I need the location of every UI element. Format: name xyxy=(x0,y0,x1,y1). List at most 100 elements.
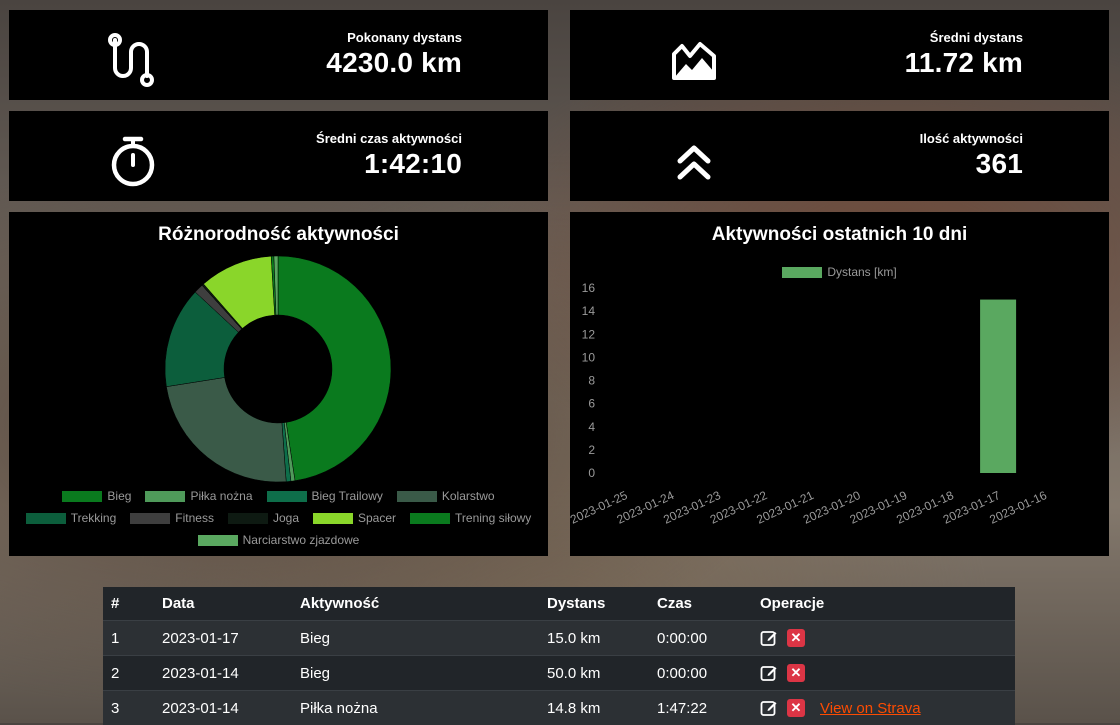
table-row: 2 2023-01-14 Bieg 50.0 km 0:00:00 ✕ xyxy=(103,656,1015,691)
y-tick-label: 8 xyxy=(588,374,595,388)
column-header-distance: Dystans xyxy=(539,587,649,621)
cell-operations: ✕ xyxy=(752,621,1015,656)
column-header-date: Data xyxy=(154,587,292,621)
legend-item[interactable]: Spacer xyxy=(313,511,396,525)
legend-label: Spacer xyxy=(358,511,396,525)
chart-title: Różnorodność aktywności xyxy=(9,224,548,246)
view-on-strava-link[interactable]: View on Strava xyxy=(820,700,921,717)
stat-value: 1:42:10 xyxy=(316,148,462,180)
stat-card-avg-distance: Średni dystans 11.72 km xyxy=(570,10,1109,100)
cell-activity: Piłka nożna xyxy=(292,691,539,725)
stat-card-total-distance: Pokonany dystans 4230.0 km xyxy=(9,10,548,100)
delete-icon[interactable]: ✕ xyxy=(787,699,805,717)
bar-chart: 02468101214162023-01-252023-01-242023-01… xyxy=(570,212,1109,556)
stat-label: Pokonany dystans xyxy=(326,30,462,45)
cell-date: 2023-01-14 xyxy=(154,656,292,691)
stat-value: 11.72 km xyxy=(905,47,1023,79)
cell-time: 1:47:22 xyxy=(649,691,752,725)
column-header-activity: Aktywność xyxy=(292,587,539,621)
stat-card-activity-count: Ilość aktywności 361 xyxy=(570,111,1109,201)
edit-icon[interactable] xyxy=(760,699,778,717)
legend-label: Piłka nożna xyxy=(190,489,252,503)
legend-swatch xyxy=(130,513,170,524)
bar-2023-01-17[interactable] xyxy=(980,300,1016,473)
stopwatch-icon xyxy=(101,129,165,193)
y-tick-label: 4 xyxy=(588,420,595,434)
legend-label: Trekking xyxy=(71,511,117,525)
y-tick-label: 6 xyxy=(588,397,595,411)
legend-item[interactable]: Fitness xyxy=(130,511,214,525)
legend-label: Joga xyxy=(273,511,299,525)
legend-item[interactable]: Bieg Trailowy xyxy=(267,489,383,503)
stat-value: 361 xyxy=(920,148,1023,180)
table-header-row: # Data Aktywność Dystans Czas Operacje xyxy=(103,587,1015,621)
cell-date: 2023-01-14 xyxy=(154,691,292,725)
legend-swatch xyxy=(410,513,450,524)
y-tick-label: 2 xyxy=(588,443,595,457)
last-10-days-chart-card: Aktywności ostatnich 10 dni Dystans [km]… xyxy=(570,212,1109,556)
stat-value: 4230.0 km xyxy=(326,47,462,79)
cell-number: 2 xyxy=(103,656,154,691)
y-tick-label: 14 xyxy=(582,304,596,318)
cell-time: 0:00:00 xyxy=(649,621,752,656)
stat-label: Ilość aktywności xyxy=(920,131,1023,146)
y-tick-label: 0 xyxy=(588,466,595,480)
stat-label: Średni dystans xyxy=(905,30,1023,45)
legend-swatch xyxy=(397,491,437,502)
legend-label: Bieg Trailowy xyxy=(312,489,383,503)
edit-icon[interactable] xyxy=(760,664,778,682)
chart-legend: Bieg Piłka nożna Bieg Trailowy Kolarstwo xyxy=(9,489,548,503)
legend-item[interactable]: Bieg xyxy=(62,489,131,503)
cell-time: 0:00:00 xyxy=(649,656,752,691)
cell-distance: 14.8 km xyxy=(539,691,649,725)
legend-label: Trening siłowy xyxy=(455,511,531,525)
cell-activity: Bieg xyxy=(292,621,539,656)
activities-table: # Data Aktywność Dystans Czas Operacje 1… xyxy=(103,587,1015,725)
legend-label: Bieg xyxy=(107,489,131,503)
legend-item[interactable]: Kolarstwo xyxy=(397,489,495,503)
delete-icon[interactable]: ✕ xyxy=(787,664,805,682)
cell-distance: 15.0 km xyxy=(539,621,649,656)
legend-label: Narciarstwo zjazdowe xyxy=(243,533,360,547)
donut-chart xyxy=(9,246,548,516)
legend-label: Fitness xyxy=(175,511,214,525)
donut-slice-kolarstwo[interactable] xyxy=(166,377,286,482)
cell-operations: ✕ View on Strava xyxy=(752,691,1015,725)
legend-item[interactable]: Narciarstwo zjazdowe xyxy=(198,533,360,547)
mountain-icon xyxy=(662,28,726,92)
legend-swatch xyxy=(198,535,238,546)
column-header-time: Czas xyxy=(649,587,752,621)
donut-slice-bieg[interactable] xyxy=(278,256,391,481)
legend-item[interactable]: Piłka nożna xyxy=(145,489,252,503)
cell-number: 3 xyxy=(103,691,154,725)
cell-operations: ✕ xyxy=(752,656,1015,691)
chart-legend: Narciarstwo zjazdowe xyxy=(9,533,548,547)
column-header-operations: Operacje xyxy=(752,587,1015,621)
stat-label: Średni czas aktywności xyxy=(316,131,462,146)
y-tick-label: 10 xyxy=(582,350,596,364)
legend-item[interactable]: Trening siłowy xyxy=(410,511,531,525)
legend-swatch xyxy=(62,491,102,502)
route-icon xyxy=(101,28,165,92)
legend-item[interactable]: Trekking xyxy=(26,511,117,525)
y-tick-label: 12 xyxy=(582,327,596,341)
edit-icon[interactable] xyxy=(760,629,778,647)
table-row: 1 2023-01-17 Bieg 15.0 km 0:00:00 ✕ xyxy=(103,621,1015,656)
legend-swatch xyxy=(313,513,353,524)
delete-icon[interactable]: ✕ xyxy=(787,629,805,647)
double-chevron-up-icon xyxy=(662,129,726,193)
legend-swatch xyxy=(228,513,268,524)
cell-distance: 50.0 km xyxy=(539,656,649,691)
cell-activity: Bieg xyxy=(292,656,539,691)
legend-swatch xyxy=(26,513,66,524)
table-row: 3 2023-01-14 Piłka nożna 14.8 km 1:47:22… xyxy=(103,691,1015,725)
legend-item[interactable]: Joga xyxy=(228,511,299,525)
legend-swatch xyxy=(267,491,307,502)
activity-variety-chart-card: Różnorodność aktywności BiegPiłka nożnaB… xyxy=(9,212,548,556)
y-tick-label: 16 xyxy=(582,281,596,295)
legend-label: Kolarstwo xyxy=(442,489,495,503)
chart-legend: Trekking Fitness Joga Spacer Trening siłowy xyxy=(9,511,548,525)
column-header-number: # xyxy=(103,587,154,621)
stat-card-avg-time: Średni czas aktywności 1:42:10 xyxy=(9,111,548,201)
cell-number: 1 xyxy=(103,621,154,656)
